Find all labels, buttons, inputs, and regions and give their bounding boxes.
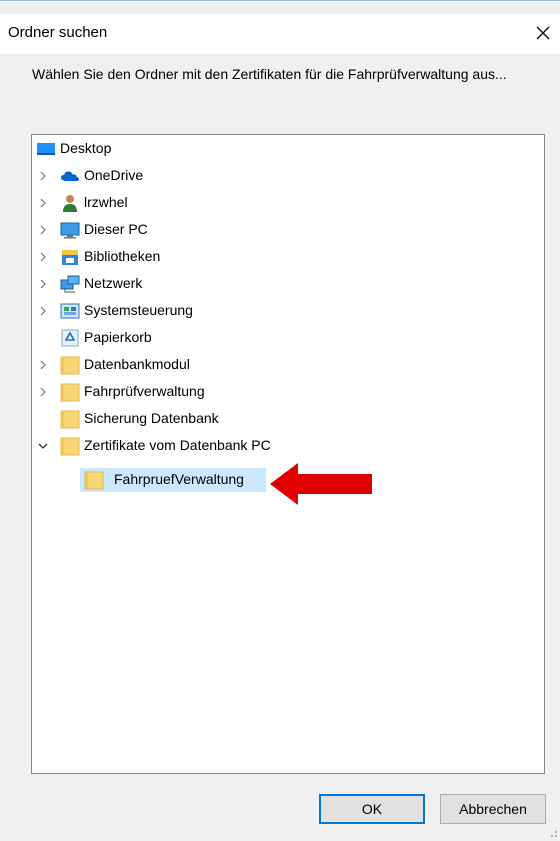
- folder-icon: [84, 470, 104, 490]
- folder-icon: [60, 409, 80, 429]
- tree-item-label: Datenbankmodul: [84, 356, 190, 372]
- tree-item-label: Bibliotheken: [84, 248, 161, 264]
- ok-button[interactable]: OK: [319, 794, 425, 824]
- tree-item-label: lrzwhel: [84, 194, 128, 210]
- recycle-bin-icon: [60, 328, 80, 348]
- folder-icon: [60, 436, 80, 456]
- control-panel-icon: [60, 301, 80, 321]
- tree-item-control-panel[interactable]: Systemsteuerung: [32, 298, 544, 324]
- chevron-right-icon[interactable]: [36, 304, 50, 318]
- folder-browse-dialog: Ordner suchen Wählen Sie den Ordner mit …: [0, 0, 560, 837]
- tree-item-onedrive[interactable]: OneDrive: [32, 163, 544, 189]
- tree-item-label: Netzwerk: [84, 275, 143, 291]
- instruction-text: Wählen Sie den Ordner mit den Zertifikat…: [32, 66, 507, 82]
- tree-item-label: Papierkorb: [84, 329, 152, 345]
- tree-item-desktop[interactable]: Desktop: [32, 136, 544, 162]
- close-icon[interactable]: [528, 18, 558, 48]
- tree-item-label: Sicherung Datenbank: [84, 410, 219, 426]
- tree-item-label: Desktop: [60, 140, 112, 156]
- cancel-button[interactable]: Abbrechen: [440, 794, 546, 824]
- chevron-right-icon[interactable]: [36, 250, 50, 264]
- tree-item-label: FahrpruefVerwaltung: [114, 471, 244, 487]
- folder-icon: [60, 355, 80, 375]
- library-icon: [60, 247, 80, 267]
- chevron-right-icon[interactable]: [36, 358, 50, 372]
- chevron-right-icon[interactable]: [36, 196, 50, 210]
- chevron-right-icon[interactable]: [36, 169, 50, 183]
- network-icon: [60, 274, 80, 294]
- tree-item-network[interactable]: Netzwerk: [32, 271, 544, 297]
- folder-tree[interactable]: Desktop OneDrive lrzwhel Dieser PC Bibli…: [31, 134, 545, 774]
- chevron-right-icon[interactable]: [36, 223, 50, 237]
- tree-item-label: Systemsteuerung: [84, 302, 193, 318]
- resize-grip-icon[interactable]: [548, 825, 558, 837]
- tree-item-user[interactable]: lrzwhel: [32, 190, 544, 216]
- tree-item-folder-sicherung[interactable]: Sicherung Datenbank: [32, 406, 544, 432]
- tree-item-folder-fahrpruefverwaltung[interactable]: Fahrprüfverwaltung: [32, 379, 544, 405]
- chevron-right-icon[interactable]: [36, 277, 50, 291]
- tree-item-label: Zertifikate vom Datenbank PC: [84, 437, 271, 453]
- tree-item-folder-zertifikate[interactable]: Zertifikate vom Datenbank PC: [32, 433, 544, 459]
- tree-item-folder-datenbankmodul[interactable]: Datenbankmodul: [32, 352, 544, 378]
- tree-item-label: OneDrive: [84, 167, 144, 183]
- cloud-icon: [60, 166, 80, 186]
- tree-item-libraries[interactable]: Bibliotheken: [32, 244, 544, 270]
- chevron-down-icon[interactable]: [36, 439, 50, 453]
- folder-icon: [60, 382, 80, 402]
- red-arrow-icon: [268, 461, 374, 507]
- tree-item-recycle-bin[interactable]: Papierkorb: [32, 325, 544, 351]
- tree-item-label: Dieser PC: [84, 221, 148, 237]
- tree-item-label: Fahrprüfverwaltung: [84, 383, 205, 399]
- user-icon: [60, 193, 80, 213]
- computer-icon: [60, 220, 80, 240]
- chevron-right-icon[interactable]: [36, 385, 50, 399]
- title-bar[interactable]: Ordner suchen: [0, 14, 560, 54]
- desktop-icon: [36, 139, 56, 159]
- tree-item-this-pc[interactable]: Dieser PC: [32, 217, 544, 243]
- window-top-border: [0, 0, 560, 1]
- window-title: Ordner suchen: [8, 24, 108, 41]
